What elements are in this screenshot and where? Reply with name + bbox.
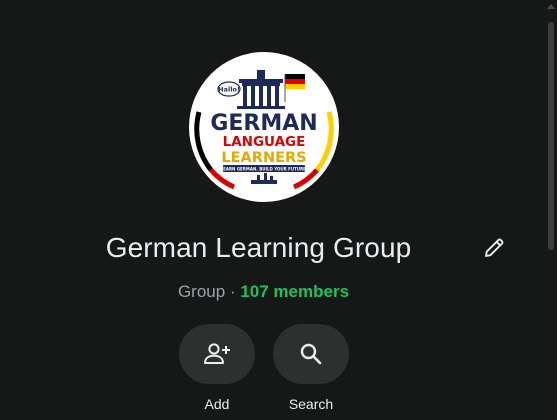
search-icon — [300, 343, 322, 365]
group-meta: Group · 107 members — [0, 282, 527, 302]
pencil-icon — [485, 238, 504, 257]
logo-bubble-text: Hallo! — [218, 86, 240, 94]
scroll-thumb[interactable] — [548, 22, 554, 250]
german-language-learners-logo: Hallo! GERMAN LANGUAGE LEARNERS LEARN GE… — [191, 54, 337, 200]
add-label: Add — [204, 396, 230, 412]
add-person-icon — [204, 343, 230, 364]
logo-line-learners: LEARNERS — [221, 150, 306, 166]
search-button[interactable] — [273, 324, 349, 384]
add-member-button[interactable] — [179, 324, 255, 384]
scrollbar[interactable] — [545, 0, 557, 420]
meta-separator: · — [229, 282, 236, 301]
members-count-link[interactable]: 107 members — [240, 282, 349, 301]
group-type-label: Group — [177, 282, 226, 301]
group-avatar[interactable]: Hallo! GERMAN LANGUAGE LEARNERS LEARN GE… — [189, 52, 339, 202]
scroll-up-arrow-icon[interactable] — [547, 4, 555, 9]
edit-group-name-button[interactable] — [479, 233, 509, 263]
group-name: German Learning Group — [105, 232, 412, 263]
logo-line-german: GERMAN — [210, 111, 317, 136]
search-label: Search — [288, 396, 334, 412]
add-member-action[interactable]: Add — [179, 324, 255, 412]
search-action[interactable]: Search — [273, 324, 349, 412]
logo-line-language: LANGUAGE — [223, 134, 306, 150]
logo-tagline: LEARN GERMAN. BUILD YOUR FUTURE. — [221, 167, 308, 172]
group-info-panel: Hallo! GERMAN LANGUAGE LEARNERS LEARN GE… — [0, 0, 545, 420]
